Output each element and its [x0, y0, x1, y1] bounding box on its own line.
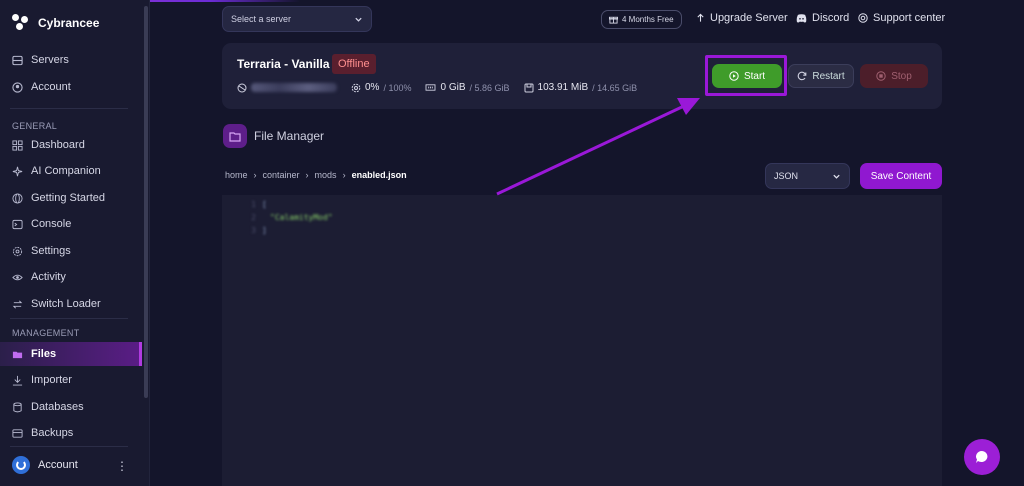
chat-support-button[interactable] — [964, 439, 1000, 475]
annotation-arrow — [496, 98, 700, 196]
app: Cybrancee Servers Account GENERAL Dashbo… — [0, 0, 1024, 486]
chat-bubble-icon — [974, 449, 990, 465]
